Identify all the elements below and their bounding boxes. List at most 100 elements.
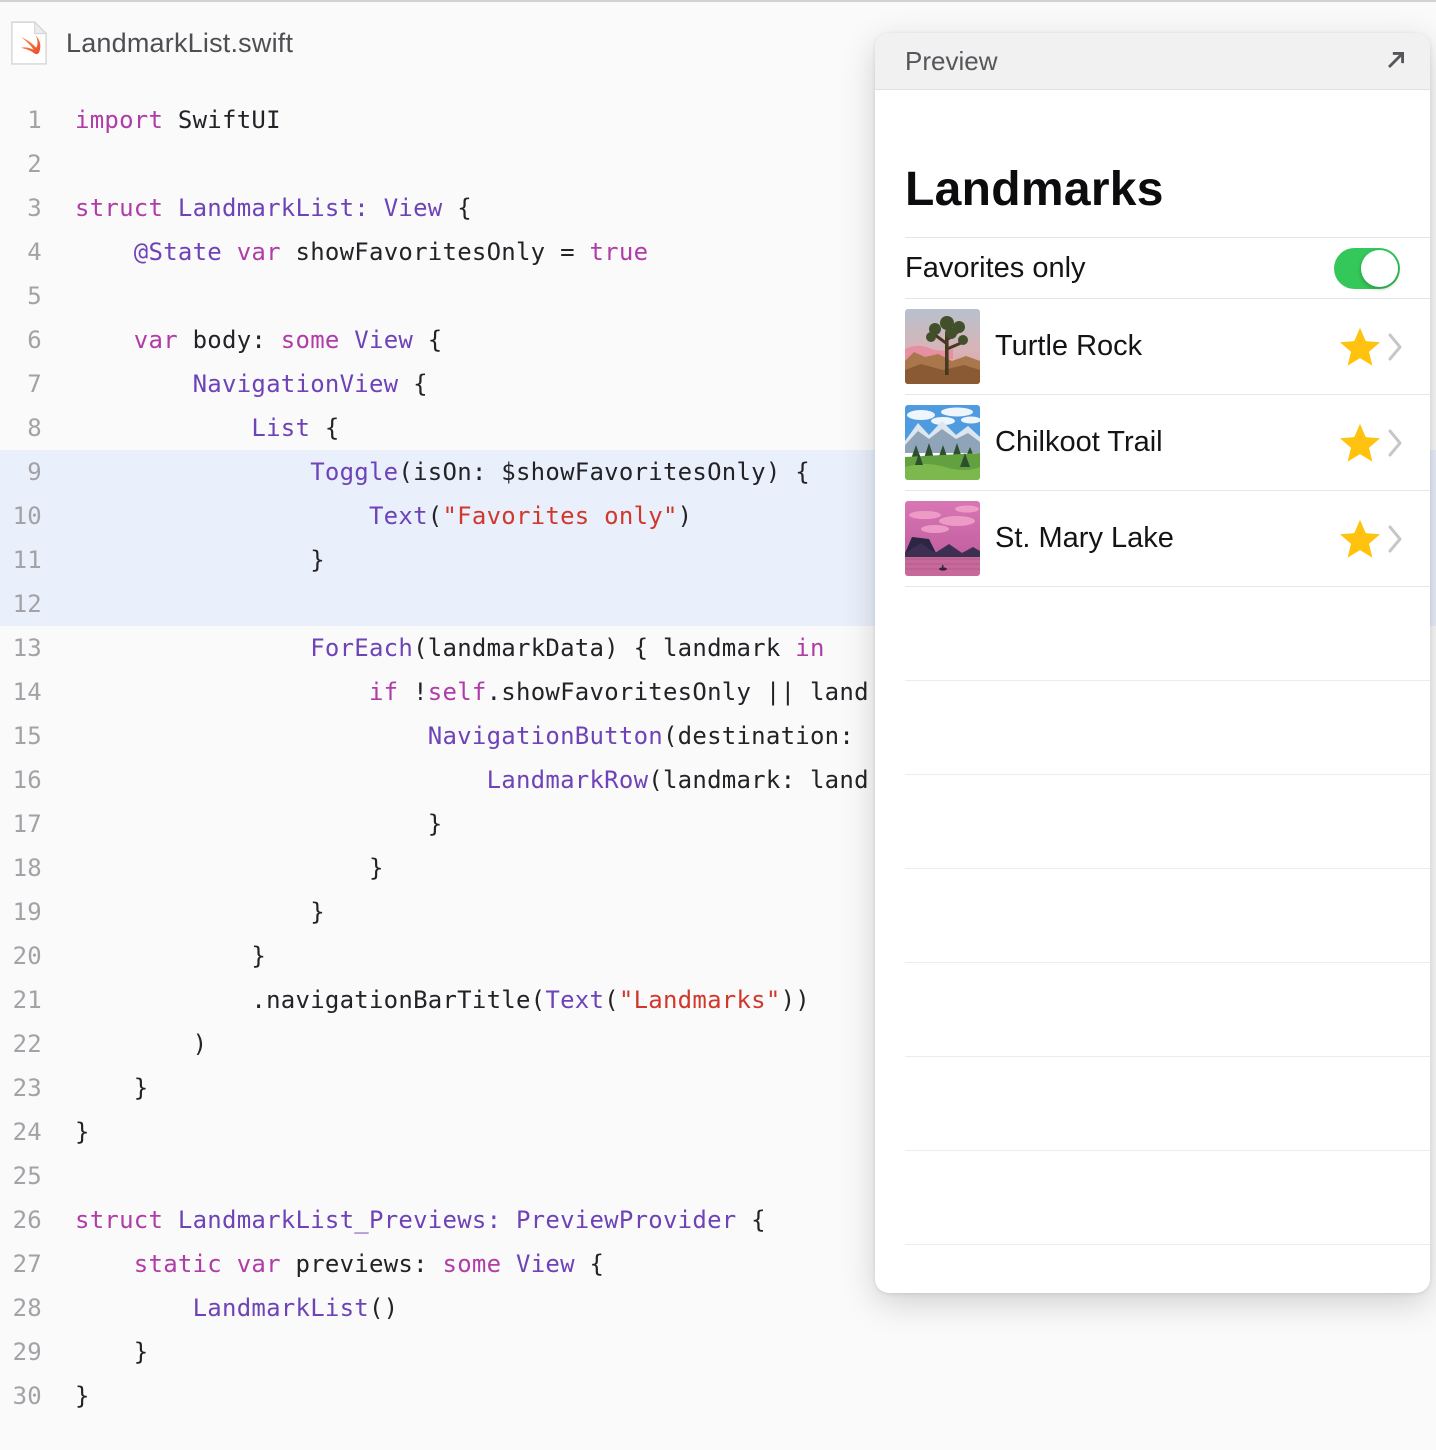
code-text: if !self.showFavoritesOnly || land: [42, 670, 869, 714]
line-number: 15: [0, 714, 42, 758]
code-text: [42, 1154, 75, 1198]
code-text: struct LandmarkList: View {: [42, 186, 472, 230]
line-number: 14: [0, 670, 42, 714]
line-number: 29: [0, 1330, 42, 1374]
code-text: }: [42, 1330, 149, 1374]
code-text: Toggle(isOn: $showFavoritesOnly) {: [42, 450, 810, 494]
code-text: static var previews: some View {: [42, 1242, 604, 1286]
code-text: List {: [42, 406, 340, 450]
landmark-row[interactable]: Chilkoot Trail: [905, 395, 1430, 491]
landmark-name: Turtle Rock: [995, 330, 1339, 363]
line-number: 6: [0, 318, 42, 362]
landmark-name: St. Mary Lake: [995, 522, 1339, 555]
line-number: 28: [0, 1286, 42, 1330]
code-text: ): [42, 1022, 207, 1066]
line-number: 16: [0, 758, 42, 802]
code-text: ForEach(landmarkData) { landmark in: [42, 626, 825, 670]
favorite-star-icon: [1339, 327, 1381, 367]
line-number: 30: [0, 1374, 42, 1418]
line-number: 18: [0, 846, 42, 890]
line-number: 11: [0, 538, 42, 582]
code-text: LandmarkList(): [42, 1286, 398, 1330]
code-text: }: [42, 1066, 149, 1110]
chilkoot-trail-thumbnail: [905, 405, 980, 480]
preview-panel-header: Preview: [875, 33, 1430, 90]
toggle-knob: [1361, 250, 1398, 287]
line-number: 19: [0, 890, 42, 934]
empty-list-row: [905, 587, 1430, 681]
preview-panel: Preview Landmarks Favorites only: [875, 33, 1430, 1293]
empty-list-row: [905, 1151, 1430, 1245]
favorites-only-label: Favorites only: [905, 252, 1086, 285]
line-number: 17: [0, 802, 42, 846]
chevron-right-icon: [1388, 524, 1402, 554]
st-mary-lake-thumbnail: [905, 501, 980, 576]
line-number: 25: [0, 1154, 42, 1198]
preview-nav-title: Landmarks: [905, 162, 1164, 217]
landmark-list: Favorites only: [875, 237, 1430, 1245]
arrow-up-right-icon: [1382, 48, 1408, 74]
line-number: 1: [0, 98, 42, 142]
turtle-rock-thumbnail: [905, 309, 980, 384]
landmark-name: Chilkoot Trail: [995, 426, 1339, 459]
chevron-right-icon: [1388, 332, 1402, 362]
code-text: }: [42, 890, 325, 934]
code-line[interactable]: 30}: [0, 1374, 1436, 1418]
line-number: 22: [0, 1022, 42, 1066]
preview-canvas: Landmarks Favorites only: [875, 90, 1430, 1292]
swift-file-icon: [10, 19, 48, 67]
code-text: NavigationButton(destination:: [42, 714, 854, 758]
favorite-star-icon: [1339, 423, 1381, 463]
code-text: }: [42, 1110, 90, 1154]
code-text: LandmarkRow(landmark: land: [42, 758, 869, 802]
code-text: var body: some View {: [42, 318, 443, 362]
code-text: Text("Favorites only"): [42, 494, 692, 538]
line-number: 13: [0, 626, 42, 670]
empty-list-row: [905, 869, 1430, 963]
line-number: 12: [0, 582, 42, 626]
landmark-row[interactable]: St. Mary Lake: [905, 491, 1430, 587]
line-number: 3: [0, 186, 42, 230]
code-text: }: [42, 1374, 90, 1418]
line-number: 23: [0, 1066, 42, 1110]
line-number: 4: [0, 230, 42, 274]
code-text: }: [42, 802, 442, 846]
landmark-row[interactable]: Turtle Rock: [905, 299, 1430, 395]
favorite-star-icon: [1339, 519, 1381, 559]
code-text: }: [42, 538, 325, 582]
file-name: LandmarkList.swift: [66, 28, 293, 59]
line-number: 20: [0, 934, 42, 978]
code-text: .navigationBarTitle(Text("Landmarks")): [42, 978, 810, 1022]
empty-list-row: [905, 681, 1430, 775]
line-number: 8: [0, 406, 42, 450]
line-number: 7: [0, 362, 42, 406]
code-text: [42, 274, 75, 318]
empty-rows: [875, 587, 1430, 1245]
empty-list-row: [905, 775, 1430, 869]
line-number: 9: [0, 450, 42, 494]
line-number: 26: [0, 1198, 42, 1242]
code-text: [42, 142, 75, 186]
code-text: }: [42, 934, 266, 978]
code-text: [42, 582, 75, 626]
line-number: 21: [0, 978, 42, 1022]
line-number: 2: [0, 142, 42, 186]
favorites-only-toggle[interactable]: [1334, 248, 1400, 289]
editor-header: LandmarkList.swift: [10, 18, 293, 68]
code-text: @State var showFavoritesOnly = true: [42, 230, 648, 274]
empty-list-row: [905, 963, 1430, 1057]
empty-list-row: [905, 1057, 1430, 1151]
code-text: }: [42, 846, 384, 890]
line-number: 10: [0, 494, 42, 538]
favorites-only-row[interactable]: Favorites only: [905, 237, 1430, 299]
line-number: 27: [0, 1242, 42, 1286]
code-line[interactable]: 29 }: [0, 1330, 1436, 1374]
line-number: 24: [0, 1110, 42, 1154]
line-number: 5: [0, 274, 42, 318]
expand-preview-button[interactable]: [1380, 46, 1410, 76]
code-text: NavigationView {: [42, 362, 428, 406]
code-text: struct LandmarkList_Previews: PreviewPro…: [42, 1198, 766, 1242]
code-text: import SwiftUI: [42, 98, 281, 142]
preview-title: Preview: [905, 46, 997, 77]
chevron-right-icon: [1388, 428, 1402, 458]
